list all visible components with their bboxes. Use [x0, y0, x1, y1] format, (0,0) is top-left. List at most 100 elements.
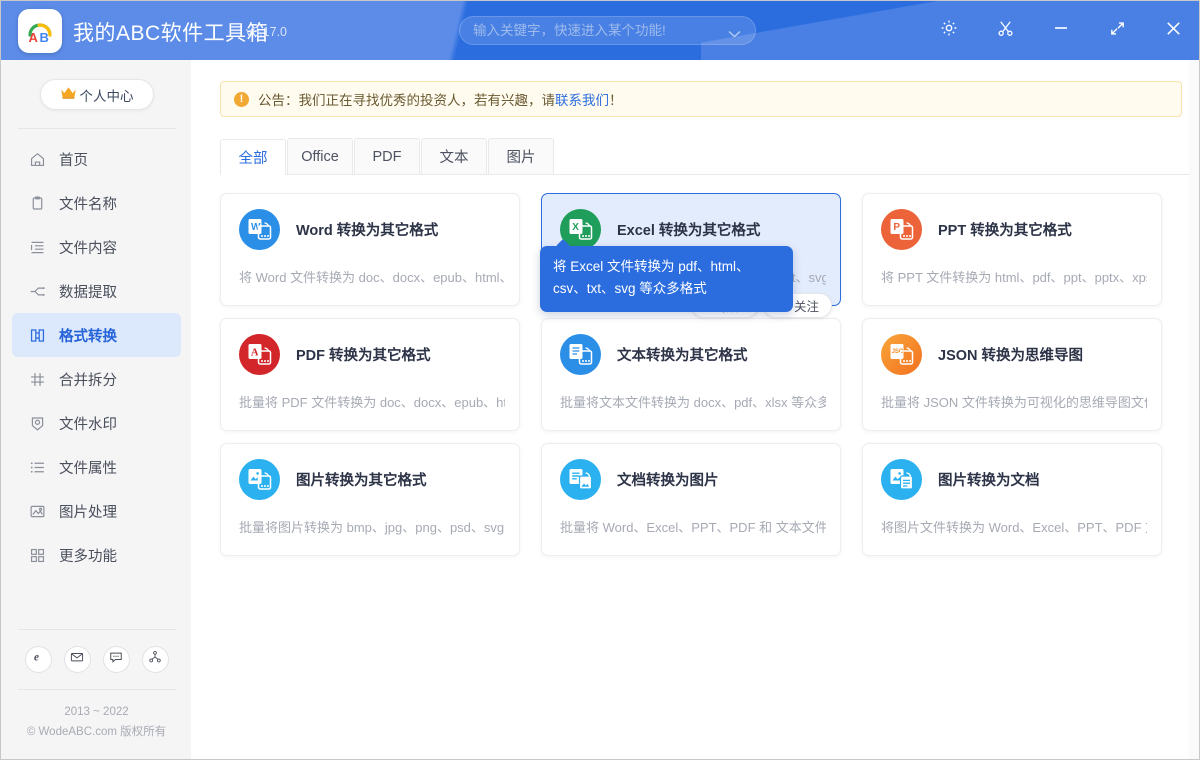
json-mindmap-icon: JSON	[881, 334, 922, 375]
file-name-icon	[29, 195, 51, 212]
sidebar-item-format-convert[interactable]: 格式转换	[12, 313, 181, 357]
snip-button[interactable]	[977, 1, 1033, 60]
announcement-bar: ! 公告：我们正在寻找优秀的投资人，若有兴趣，请联系我们！	[220, 81, 1182, 117]
search-input[interactable]	[473, 23, 713, 38]
social-links: e	[2, 630, 191, 689]
sidebar-item-label: 文件内容	[59, 237, 117, 258]
sidebar-item-merge-split[interactable]: 合并拆分	[12, 357, 181, 401]
app-window: A B 我的ABC软件工具箱 v6.17.0	[0, 0, 1200, 760]
card-excel-convert[interactable]: X Excel 转换为其它格式 将 Excel 文件转换为 pdf、html、c…	[541, 193, 841, 306]
file-props-icon	[29, 459, 51, 476]
image-process-icon	[29, 503, 51, 520]
sidebar-footer: e	[2, 629, 191, 760]
card-title: PPT 转换为其它格式	[938, 219, 1072, 240]
sidebar-item-watermark[interactable]: 文件水印	[12, 401, 181, 445]
minimize-button[interactable]	[1033, 1, 1089, 60]
sidebar-nav: 首页 文件名称 文件内容	[2, 137, 191, 577]
sidebar-item-label: 格式转换	[59, 325, 117, 346]
word-convert-icon: W	[239, 209, 280, 250]
copyright: 2013 ~ 2022 © WodeABC.com 版权所有	[2, 690, 191, 760]
share-button[interactable]	[142, 646, 169, 673]
card-description: 将图片文件转换为 Word、Excel、PPT、PDF 文档格	[881, 517, 1147, 536]
svg-text:W: W	[251, 222, 261, 233]
maximize-button[interactable]	[1089, 1, 1145, 60]
card-json-mindmap[interactable]: JSON JSON 转换为思维导图 批量将 JSON 文件转换为可视化的思维导图…	[862, 318, 1162, 431]
file-content-icon	[29, 239, 51, 256]
app-logo: A B	[18, 9, 62, 53]
follow-label: 关注	[794, 296, 819, 315]
announcement-suffix: ！	[609, 93, 623, 108]
sidebar-item-image-process[interactable]: 图片处理	[12, 489, 181, 533]
card-title: 文本转换为其它格式	[617, 344, 748, 365]
sidebar-item-home[interactable]: 首页	[12, 137, 181, 181]
watermark-icon	[29, 415, 51, 432]
card-image-convert[interactable]: 图片转换为其它格式 批量将图片转换为 bmp、jpg、png、psd、svg、w	[220, 443, 520, 556]
data-extract-icon	[29, 283, 51, 300]
tab-pdf[interactable]: PDF	[354, 138, 420, 174]
crown-icon	[60, 85, 77, 105]
tab-image[interactable]: 图片	[488, 138, 554, 174]
card-doc-to-image[interactable]: 文档转换为图片 批量将 Word、Excel、PPT、PDF 和 文本文件转换为	[541, 443, 841, 556]
maximize-icon	[1109, 20, 1126, 42]
sidebar-item-more-features[interactable]: 更多功能	[12, 533, 181, 577]
card-word-convert[interactable]: W Word 转换为其它格式 将 Word 文件转换为 doc、docx、epu…	[220, 193, 520, 306]
sidebar-item-label: 图片处理	[59, 501, 117, 522]
card-description: 将 Word 文件转换为 doc、docx、epub、html、pd	[239, 267, 505, 286]
main-content: ! 公告：我们正在寻找优秀的投资人，若有兴趣，请联系我们！ 全部 Office …	[191, 60, 1200, 760]
card-tooltip: 将 Excel 文件转换为 pdf、html、csv、txt、svg 等众多格式	[540, 246, 793, 312]
pdf-convert-icon: A	[239, 334, 280, 375]
mail-icon	[70, 650, 84, 669]
chat-bubble-icon	[109, 650, 123, 669]
svg-text:e: e	[34, 652, 39, 664]
sidebar-item-file-props[interactable]: 文件属性	[12, 445, 181, 489]
format-convert-icon	[29, 327, 51, 344]
sidebar-item-label: 合并拆分	[59, 369, 117, 390]
title-bar: A B 我的ABC软件工具箱 v6.17.0	[1, 1, 1200, 60]
tab-all[interactable]: 全部	[220, 139, 286, 175]
personal-center-button[interactable]: 个人中心	[40, 79, 154, 110]
card-title: 文档转换为图片	[617, 469, 719, 490]
exclamation-circle-icon: !	[234, 92, 249, 107]
card-pdf-convert[interactable]: A PDF 转换为其它格式 批量将 PDF 文件转换为 doc、docx、epu…	[220, 318, 520, 431]
card-ppt-convert[interactable]: P PPT 转换为其它格式 将 PPT 文件转换为 html、pdf、ppt、p…	[862, 193, 1162, 306]
card-description: 批量将图片转换为 bmp、jpg、png、psd、svg、w	[239, 517, 505, 536]
sidebar-item-file-content[interactable]: 文件内容	[12, 225, 181, 269]
email-link-button[interactable]	[64, 646, 91, 673]
card-title: 图片转换为其它格式	[296, 469, 427, 490]
tab-text[interactable]: 文本	[421, 138, 487, 174]
main-scrollbar[interactable]	[1189, 60, 1199, 760]
svg-text:B: B	[40, 30, 49, 45]
tab-office[interactable]: Office	[287, 138, 353, 174]
sidebar-divider	[18, 128, 176, 129]
feedback-button[interactable]	[103, 646, 130, 673]
sidebar-item-label: 文件名称	[59, 193, 117, 214]
close-button[interactable]	[1145, 1, 1200, 60]
chevron-down-icon[interactable]	[728, 25, 741, 43]
sidebar-item-label: 首页	[59, 149, 88, 170]
card-image-to-doc[interactable]: 图片转换为文档 将图片文件转换为 Word、Excel、PPT、PDF 文档格	[862, 443, 1162, 556]
sidebar-item-data-extract[interactable]: 数据提取	[12, 269, 181, 313]
card-title: 图片转换为文档	[938, 469, 1040, 490]
text-convert-icon	[560, 334, 601, 375]
minimize-icon	[1052, 19, 1070, 42]
svg-text:X: X	[572, 222, 579, 233]
svg-text:A: A	[29, 30, 39, 45]
search-box[interactable]	[459, 16, 756, 45]
card-description: 批量将 Word、Excel、PPT、PDF 和 文本文件转换为	[560, 517, 826, 536]
doc-to-image-icon	[560, 459, 601, 500]
card-title: Excel 转换为其它格式	[617, 219, 760, 240]
card-text-convert[interactable]: 文本转换为其它格式 批量将文本文件转换为 docx、pdf、xlsx 等众多格式	[541, 318, 841, 431]
svg-text:A: A	[250, 346, 258, 358]
svg-text:P: P	[893, 222, 900, 233]
settings-button[interactable]	[921, 1, 977, 60]
sidebar-item-label: 文件水印	[59, 413, 117, 434]
card-description: 将 PPT 文件转换为 html、pdf、ppt、pptx、xps 等众	[881, 267, 1147, 286]
card-description: 批量将 PDF 文件转换为 doc、docx、epub、html、	[239, 392, 505, 411]
browser-link-button[interactable]: e	[25, 646, 52, 673]
contact-us-link[interactable]: 联系我们	[555, 93, 609, 108]
sidebar-item-label: 数据提取	[59, 281, 117, 302]
sidebar: 个人中心 首页 文件名称	[2, 60, 191, 760]
sidebar-item-label: 更多功能	[59, 545, 117, 566]
sidebar-item-file-name[interactable]: 文件名称	[12, 181, 181, 225]
more-features-icon	[29, 547, 51, 564]
